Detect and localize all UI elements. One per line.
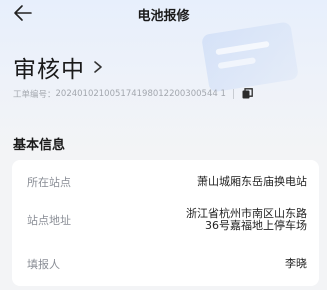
info-row-station: 所在站点 萧山城厢东岳庙换电站 <box>27 174 307 190</box>
order-number-label: 工单编号： <box>13 89 56 100</box>
reporter-value: 李晓 <box>285 257 307 270</box>
order-number-value: 202401021005174198012200300544 1 <box>55 88 226 99</box>
station-value: 萧山城厢东岳庙换电站 <box>197 175 307 188</box>
order-number-row: 工单编号： 202401021005174198012200300544 1 <box>13 87 254 100</box>
copy-icon[interactable] <box>241 87 254 100</box>
divider <box>232 88 234 99</box>
reporter-label: 填报人 <box>27 258 60 271</box>
address-value: 浙江省杭州市南区山东路 36号嘉福地上停车场 <box>186 208 307 232</box>
status-text: 审核中 <box>13 57 85 83</box>
chevron-right-icon <box>94 61 102 73</box>
page-title: 电池报修 <box>137 9 190 24</box>
section-title: 基本信息 <box>13 138 66 153</box>
address-line-2: 36号嘉福地上停车场 <box>205 219 307 232</box>
address-label: 站点地址 <box>27 214 71 227</box>
info-card: 所在站点 萧山城厢东岳庙换电站 站点地址 浙江省杭州市南区山东路 36号嘉福地上… <box>12 160 319 286</box>
status-link[interactable]: 审核中 <box>13 50 103 84</box>
top-bar: 电池报修 <box>0 0 327 26</box>
info-row-reporter: 填报人 李晓 <box>27 256 307 272</box>
station-label: 所在站点 <box>27 176 71 189</box>
info-row-address: 站点地址 浙江省杭州市南区山东路 36号嘉福地上停车场 <box>27 208 307 232</box>
